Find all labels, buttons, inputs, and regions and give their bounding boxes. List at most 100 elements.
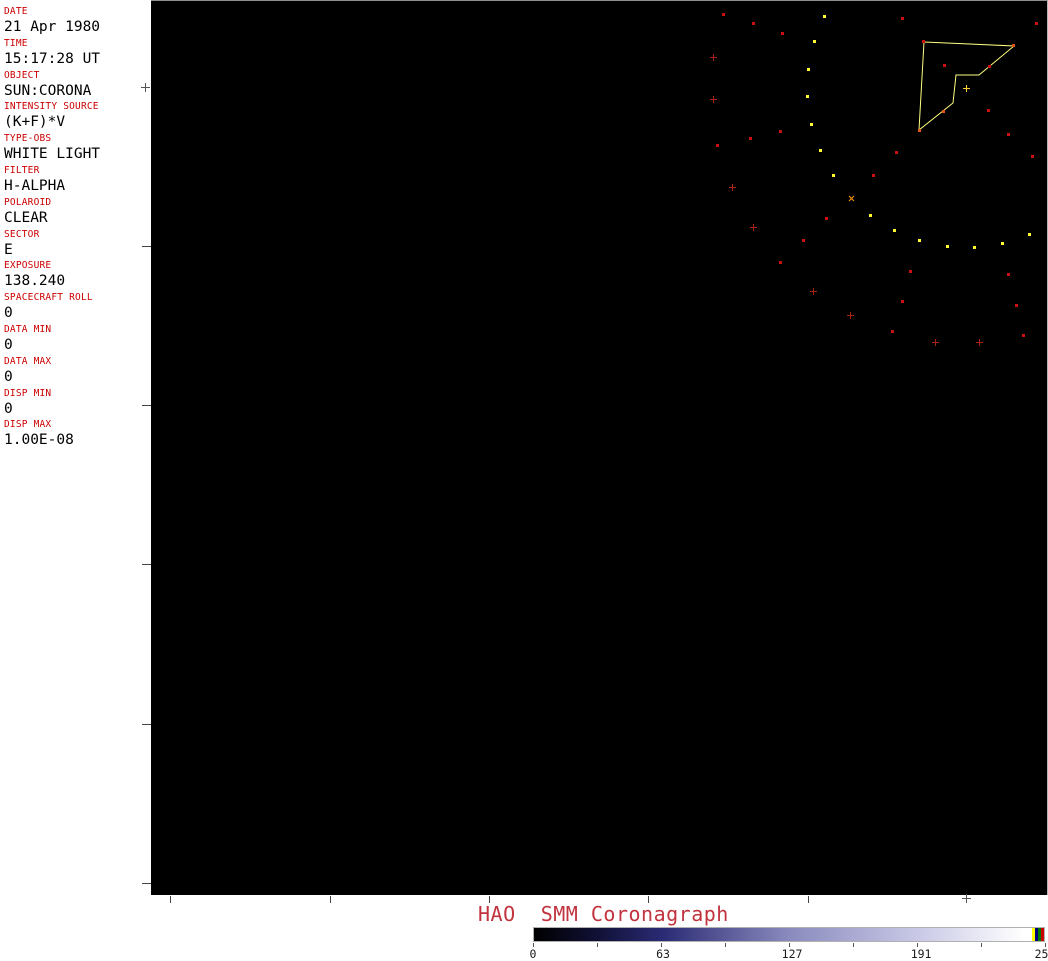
star-marker-orange: [942, 110, 945, 113]
metadata-field: TYPE-OBS WHITE LIGHT: [0, 131, 151, 163]
field-value: 15:17:28 UT: [4, 50, 101, 67]
star-marker-red: [922, 40, 925, 43]
star-marker-orange: [1012, 44, 1015, 47]
field-value: H-ALPHA: [4, 177, 66, 194]
field-label: TYPE-OBS: [4, 133, 52, 145]
star-marker-yellow: [1028, 233, 1031, 236]
star-marker-yellow: [869, 214, 872, 217]
field-label: DISP MAX: [4, 419, 52, 431]
cross-marker-red: [710, 54, 717, 61]
metadata-field: DATA MIN 0: [0, 322, 151, 354]
cross-marker-red: [729, 184, 736, 191]
field-value: SUN:CORONA: [4, 82, 92, 99]
field-label: DATA MAX: [4, 355, 52, 367]
star-marker-yellow: [823, 15, 826, 18]
metadata-field: DISP MIN 0: [0, 386, 151, 418]
fiducial-cross: [962, 894, 971, 903]
field-value: 138.240: [4, 273, 66, 290]
colorbar-tick-label: 127: [781, 947, 803, 961]
page-title: HAO SMM Coronagraph: [478, 902, 729, 926]
field-label: OBJECT: [4, 69, 40, 81]
axis-tick-bottom: [808, 896, 809, 903]
star-marker-red: [909, 270, 912, 273]
overlay-svg: [918, 41, 1016, 132]
cross-marker-red: [976, 339, 983, 346]
star-marker-red: [802, 239, 805, 242]
metadata-field: OBJECT SUN:CORONA: [0, 68, 151, 100]
axis-tick-left: [142, 246, 151, 247]
metadata-sidebar: DATE 21 Apr 1980 TIME 15:17:28 UT OBJECT SUN:…: [0, 0, 151, 895]
star-marker-red: [1031, 155, 1034, 158]
star-marker-red: [716, 144, 719, 147]
metadata-field: INTENSITY SOURCE (K+F)*V: [0, 99, 151, 131]
field-value: WHITE LIGHT: [4, 146, 101, 163]
metadata-field: SECTOR E: [0, 227, 151, 259]
field-label: DATA MIN: [4, 323, 52, 335]
star-marker-yellow: [813, 40, 816, 43]
cross-marker-red: [932, 339, 939, 346]
star-marker-red: [872, 174, 875, 177]
field-value: 0: [4, 305, 13, 322]
star-marker-red: [1022, 334, 1025, 337]
metadata-field: TIME 15:17:28 UT: [0, 36, 151, 68]
star-marker-yellow: [973, 246, 976, 249]
field-value: CLEAR: [4, 209, 48, 226]
cross-marker-red: [847, 312, 854, 319]
colorbar-tick-label: 255: [1034, 947, 1048, 961]
star-marker-red: [1007, 133, 1010, 136]
star-marker-red: [779, 261, 782, 264]
metadata-field: DATA MAX 0: [0, 354, 151, 386]
colorbar-tick: [597, 943, 598, 947]
axis-tick-left: [142, 564, 151, 565]
colorbar-tick-label: 63: [656, 947, 670, 961]
star-marker-red: [1007, 273, 1010, 276]
star-marker-red: [781, 32, 784, 35]
metadata-field: POLAROID CLEAR: [0, 195, 151, 227]
field-value: 0: [4, 400, 13, 417]
cross-marker-red: [810, 288, 817, 295]
star-marker-red: [749, 137, 752, 140]
star-marker-red: [943, 64, 946, 67]
image-display-area[interactable]: [151, 0, 1048, 895]
field-label: INTENSITY SOURCE: [4, 101, 99, 113]
metadata-field: SPACECRAFT ROLL 0: [0, 290, 151, 322]
fiducial-cross: [141, 83, 150, 92]
star-marker-yellow: [893, 229, 896, 232]
field-label: TIME: [4, 37, 28, 49]
metadata-field: DATE 21 Apr 1980: [0, 4, 151, 36]
star-marker-red: [752, 22, 755, 25]
colorbar-tick: [981, 943, 982, 947]
star-marker-yellow: [806, 95, 809, 98]
cross-marker-yellow: [963, 85, 970, 92]
colorbar-tick: [853, 943, 854, 947]
axis-tick-left: [142, 724, 151, 725]
field-value: 0: [4, 368, 13, 385]
metadata-field: DISP MAX 1.00E-08: [0, 417, 151, 449]
star-marker-yellow: [946, 245, 949, 248]
axis-tick-bottom: [330, 896, 331, 903]
field-label: POLAROID: [4, 196, 52, 208]
cross-marker-red: [750, 224, 757, 231]
colorbar-tick: [725, 943, 726, 947]
star-marker-red: [987, 109, 990, 112]
star-marker-yellow: [819, 149, 822, 152]
field-label: FILTER: [4, 164, 40, 176]
star-marker-orange: [918, 129, 921, 132]
field-label: DATE: [4, 6, 28, 17]
star-marker-red: [891, 330, 894, 333]
field-value: E: [4, 241, 13, 258]
field-label: SPACECRAFT ROLL: [4, 292, 93, 304]
field-label: DISP MIN: [4, 387, 52, 399]
star-marker-red: [1015, 304, 1018, 307]
field-value: 1.00E-08: [4, 432, 74, 449]
star-marker-red: [1035, 22, 1038, 25]
axis-tick-left: [142, 405, 151, 406]
metadata-field: FILTER H-ALPHA: [0, 163, 151, 195]
axis-tick-left: [142, 883, 151, 884]
colorbar-tick-label: 0: [529, 947, 537, 961]
field-value: 21 Apr 1980: [4, 19, 101, 35]
colorbar: 0 63 127 191 255: [529, 927, 1048, 961]
star-marker-yellow: [807, 68, 810, 71]
field-label: EXPOSURE: [4, 260, 52, 272]
metadata-field: EXPOSURE 138.240: [0, 258, 151, 290]
